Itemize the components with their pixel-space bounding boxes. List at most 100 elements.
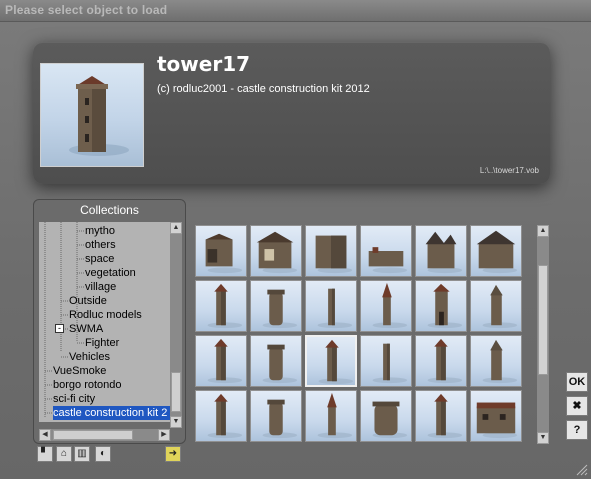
object-thumbnail-tower-a[interactable] [195,335,247,387]
object-thumbnail-tower-d[interactable] [415,335,467,387]
thumbnail-image [476,230,518,274]
preview-thumbnail [40,63,144,167]
thumbnail-image [262,344,298,384]
collection-item[interactable]: SWMA [69,322,103,336]
lock-icon: ⌂ [60,448,68,459]
collections-header: Collections [80,203,139,217]
go-button[interactable]: ➜ [165,446,181,462]
collection-item[interactable]: Fighter [85,336,119,350]
object-thumbnail-ruin-wall[interactable] [195,225,247,277]
scroll-down-icon[interactable]: ▼ [170,416,182,428]
grid-scroll-thumb[interactable] [538,265,548,375]
object-thumbnail-low-wall[interactable] [360,225,412,277]
thumbnail-image [207,338,243,384]
object-copyright: (c) rodluc2001 - castle construction kit… [157,83,370,95]
object-thumbnail-house-open[interactable] [250,225,302,277]
object-thumbnail-tower-b[interactable] [250,335,302,387]
object-thumbnail-tower17[interactable] [305,335,357,387]
collection-item[interactable]: mytho [85,224,115,238]
thumbnail-image [315,235,353,274]
ok-button[interactable]: OK [566,372,588,392]
arrow-right-icon: ➜ [168,448,178,459]
resize-grip-icon[interactable] [576,464,588,476]
info-icon: ◐ [99,448,107,459]
collection-item[interactable]: Rodluc models [69,308,142,322]
window-title: Please select object to load [5,3,168,17]
object-thumbnail-spire-tower[interactable] [360,280,412,332]
collection-item[interactable]: castle construction kit 2 [53,406,170,420]
thumbnail-image [372,343,408,384]
scroll-left-icon[interactable]: ◀ [39,429,51,441]
collapse-toggle-icon[interactable]: - [55,324,64,333]
delete-button[interactable]: ▥ [74,446,90,462]
tree-hscroll-thumb[interactable] [53,430,133,440]
tree-horizontal-scrollbar[interactable]: ◀ ▶ [39,429,170,441]
thumbnail-image [425,231,463,274]
collection-item[interactable]: sci-fi city [53,392,95,406]
thumbnail-image [427,338,463,384]
preview-panel: tower17 (c) rodluc2001 - castle construc… [33,42,550,184]
title-bar: Please select object to load [0,0,591,22]
collection-item[interactable]: others [85,238,116,252]
object-thumbnail-tall-tower[interactable] [195,280,247,332]
thumbnail-image [476,402,518,439]
collection-item[interactable]: vegetation [85,266,136,280]
thumbnail-image [207,393,243,439]
object-thumbnail-tower-f[interactable] [195,390,247,442]
lock-button[interactable]: ⌂ [56,446,72,462]
thumbnail-image [262,289,298,329]
object-name: tower17 [157,52,251,76]
cancel-button[interactable]: ✖ [566,396,588,416]
collection-item[interactable]: space [85,252,114,266]
object-thumbnail-tower-g[interactable] [250,390,302,442]
object-thumbnail-square-keep[interactable] [305,225,357,277]
collection-item[interactable]: borgo rotondo [53,378,122,392]
object-thumbnail-gate-tower[interactable] [415,280,467,332]
collection-item[interactable]: village [85,280,116,294]
grid-scroll-up-icon[interactable]: ▲ [537,225,549,237]
tree-vertical-scrollbar[interactable]: ▲ ▼ [170,222,182,428]
object-thumbnail-pointed-tower[interactable] [470,280,522,332]
thumbnail-image [317,288,353,329]
collection-item[interactable]: Outside [69,294,107,308]
thumbnail-image [427,393,463,439]
collection-item[interactable]: Vehicles [69,350,110,364]
thumbnail-image [318,339,354,385]
thumbnail-image [372,282,408,329]
object-thumbnail-round-keep[interactable] [360,390,412,442]
info-button[interactable]: ◐ [95,446,111,462]
object-thumbnail-slim-tower[interactable] [305,280,357,332]
object-thumbnail-tower-i[interactable] [415,390,467,442]
help-button[interactable]: ? [566,420,588,440]
thumbnail-image [482,284,518,329]
tower-preview-image [69,76,129,156]
object-thumbnail-round-tower[interactable] [250,280,302,332]
object-thumbnail-grid [195,225,535,445]
new-collection-button[interactable]: ▘ [37,446,53,462]
thumbnail-image [427,283,463,329]
scroll-up-icon[interactable]: ▲ [170,222,182,234]
thumbnail-image [317,392,353,439]
thumbnail-image [368,247,408,274]
thumbnail-image [256,231,298,274]
grid-scroll-down-icon[interactable]: ▼ [537,432,549,444]
object-thumbnail-tower-e[interactable] [470,335,522,387]
object-thumbnail-gothic-chapel[interactable] [415,225,467,277]
object-thumbnail-tower-h[interactable] [305,390,357,442]
grid-scrollbar[interactable]: ▲ ▼ [537,225,549,444]
tree-vscroll-thumb[interactable] [171,372,181,412]
thumbnail-image [372,401,408,439]
object-path: L:\..\tower17.vob [479,166,539,175]
thumbnail-image [207,283,243,329]
trash-icon: ▥ [77,448,87,459]
new-collection-icon: ▘ [41,448,49,459]
collection-item[interactable]: VueSmoke [53,364,106,378]
object-thumbnail-manor[interactable] [470,390,522,442]
object-thumbnail-tower-c[interactable] [360,335,412,387]
thumbnail-image [205,233,243,274]
collections-panel: Collections mytho others space vegetation vi… [33,199,186,444]
collections-tree[interactable]: mytho others space vegetation village Outside… [39,222,170,422]
object-thumbnail-gabled-hall[interactable] [470,225,522,277]
thumbnail-image [262,399,298,439]
scroll-right-icon[interactable]: ▶ [158,429,170,441]
